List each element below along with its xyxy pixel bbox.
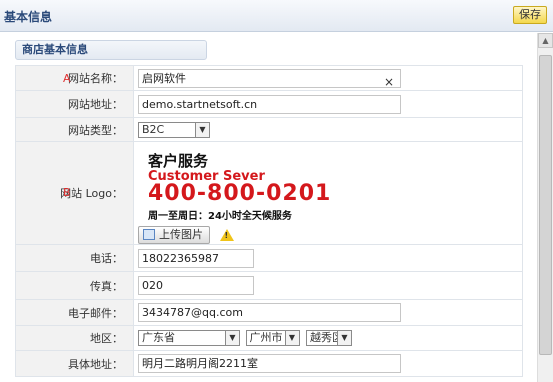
form-row-address: 具体地址： 明月二路明月阁2211室 [15,350,523,377]
form-row-site-url: 网站地址： demo.startnetsoft.cn [15,90,523,118]
chevron-down-icon: ▼ [284,331,299,345]
form-row-fax: 传真： 020 [15,271,523,300]
site-type-label: 网站类型： [68,123,123,137]
form-row-site-logo: B 网站 Logo： 客户服务 Customer Sever 400-800-0… [15,141,523,245]
logo-hours: 周一至周日：24小时全天候服务 [148,211,292,222]
logo-image: 客户服务 Customer Sever 400-800-0201 周一至周日：2… [138,148,336,224]
form-row-region: 地区： 广东省 ▼ 广州市 ▼ 越秀区 ▼ [15,325,523,351]
fax-input[interactable]: 020 [138,276,254,295]
email-label: 电子邮件： [68,306,123,320]
site-name-input[interactable]: 启网软件 × [138,68,401,91]
province-value: 广东省 [142,331,175,344]
upload-label: 上传图片 [159,228,203,241]
save-button[interactable]: 保存 [513,6,547,24]
phone-label: 电话： [90,252,123,265]
province-select[interactable]: 广东省 ▼ [138,330,240,346]
phone-input[interactable]: 18022365987 [138,248,254,268]
site-url-input[interactable]: demo.startnetsoft.cn [138,94,401,114]
form-row-site-name: A 网站名称： 启网软件 × [15,65,523,91]
form-row-email: 电子邮件： 3434787@qq.com [15,299,523,326]
section-title: 商店基本信息 [15,40,207,60]
site-type-value: B2C [142,122,165,136]
logo-phone: 400-800-0201 [148,181,332,206]
site-name-label: 网站名称： [68,72,123,85]
chevron-down-icon: ▼ [195,122,209,137]
city-select[interactable]: 广州市 ▼ [245,330,300,346]
address-label: 具体地址： [68,357,123,371]
page-title: 基本信息 [4,10,53,24]
marker-a: A [63,72,71,85]
address-input[interactable]: 明月二路明月阁2211室 [138,354,401,373]
warning-icon: ! [219,229,234,241]
district-select[interactable]: 越秀区 ▼ [306,330,352,346]
site-url-label: 网站地址： [68,98,123,111]
page-header: 基本信息 保存 [0,0,553,32]
city-value: 广州市 [249,331,283,344]
clear-icon[interactable]: × [384,74,394,91]
logo-title: 客户服务 [148,152,209,170]
form-row-site-type: 网站类型： B2C ▼ [15,117,523,142]
scroll-up-icon[interactable]: ▲ [538,33,553,48]
store-info-form: A 网站名称： 启网软件 × 网站地址： demo.startnetsoft.c… [15,65,523,377]
site-type-select[interactable]: B2C ▼ [138,121,210,138]
chevron-down-icon: ▼ [225,331,239,345]
form-row-phone: 电话： 18022365987 [15,244,523,272]
image-upload-icon [143,229,155,240]
scroll-thumb[interactable] [539,55,552,355]
marker-b: B [63,186,71,199]
email-input[interactable]: 3434787@qq.com [138,303,401,322]
chevron-down-icon: ▼ [337,331,351,345]
field-label: A 网站名称： [15,65,134,91]
fax-label: 传真： [90,279,123,293]
upload-image-button[interactable]: 上传图片 [138,226,210,244]
region-label: 地区： [90,332,123,345]
site-name-value: 启网软件 [142,71,186,85]
form-content: 商店基本信息 A 网站名称： 启网软件 × 网站地址： demo.startne… [0,33,536,382]
vertical-scrollbar[interactable]: ▲ [537,33,553,382]
